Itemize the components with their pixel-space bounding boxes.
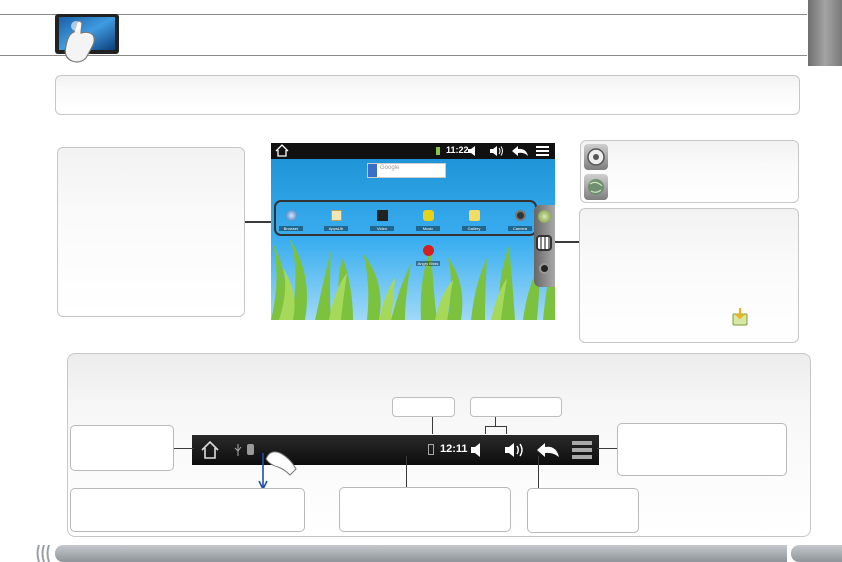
app-appslib[interactable]: AppsLib [324,208,348,231]
search-widget[interactable]: Google [367,163,446,178]
menu-icon[interactable] [536,146,549,156]
volume-down-icon[interactable] [467,146,479,156]
connector-volume-stem [495,417,496,426]
gallery-icon [468,210,480,221]
battery-status-icon [428,444,434,455]
search-icon [368,164,377,177]
back-button-icon[interactable] [537,443,559,457]
volume-callout [470,397,562,417]
camera-shortcut-icon[interactable] [539,263,550,274]
browser-shortcut-icon[interactable] [538,210,551,223]
app-label: AppsLib [324,226,348,231]
app-browser[interactable]: Browser [279,208,303,231]
app-music[interactable]: Music [416,208,440,231]
footer-bar [55,545,787,562]
app-row: Browser AppsLib Video Music Gallery Came… [279,208,535,234]
swipe-down-gesture [250,447,310,492]
connector-volume-bracket [485,426,507,427]
connector-volume-right [506,426,507,434]
connector-home-button [174,448,194,449]
camera-icon [514,210,526,221]
back-icon[interactable] [512,146,528,156]
footer-stripes [36,545,56,562]
connector-back-button [538,456,539,488]
shortcut-icons-callout [580,140,799,203]
connector-apps [555,241,580,243]
back-button-callout [527,488,639,533]
connector-status-info [406,456,407,487]
volume-up-button-icon[interactable] [504,442,524,458]
menu-button-icon[interactable] [572,441,592,459]
thumb-tab [808,0,842,66]
app-label: Music [416,226,440,231]
touchscreen-header-icon [52,14,122,72]
app-label: Camera [508,226,532,231]
status-time: 11:22 [446,145,469,155]
menu-button-callout [617,423,787,476]
install-icon [732,308,748,326]
connector-battery [432,417,433,434]
appslib-icon [330,210,342,221]
volume-down-button-icon[interactable] [470,443,486,457]
notifications-callout [70,488,305,532]
footer-page-tab [791,545,842,562]
app-angry-birds[interactable]: Angry Birds [416,243,440,266]
video-icon [376,210,388,221]
app-camera[interactable]: Camera [508,208,532,231]
search-input[interactable]: Google [380,165,399,171]
globe-icon [584,174,608,200]
apps-drawer-callout [579,208,799,343]
home-button-callout [70,425,174,471]
app-video[interactable]: Video [370,208,394,231]
angry-birds-icon [422,245,434,256]
app-label: Angry Birds [416,261,440,266]
home-button-icon[interactable] [200,440,220,460]
tablet-status-bar: 11:22 [271,143,555,159]
status-info-callout [339,487,511,532]
settings-icon [584,144,608,170]
app-label: Gallery [462,226,486,231]
connector-home-screen [245,221,273,223]
status-bar-time: 12:11 [440,443,468,455]
volume-up-icon[interactable] [489,146,503,156]
side-button-strip [534,205,555,287]
apps-grid-icon[interactable] [536,235,552,251]
music-icon [422,210,434,221]
tablet-home-screen: 11:22 Google Browser AppsLib Video Music… [271,143,555,320]
battery-callout [392,397,455,417]
app-label: Video [370,226,394,231]
usb-icon [234,444,242,456]
home-screen-callout [57,147,245,317]
app-label: Browser [279,226,303,231]
home-icon[interactable] [275,144,289,157]
battery-icon [436,147,440,155]
connector-volume-left [485,426,486,434]
intro-banner [55,75,800,115]
browser-icon [285,210,297,221]
app-gallery[interactable]: Gallery [462,208,486,231]
connector-menu-button [597,448,617,449]
